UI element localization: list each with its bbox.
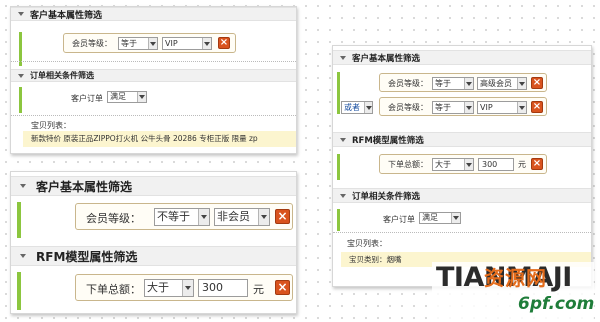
section-header-basic[interactable]: 客户基本属性筛选 <box>333 50 591 65</box>
operator-select[interactable]: 大于 <box>432 158 474 171</box>
section-title: 客户基本属性筛选 <box>30 10 103 21</box>
divider <box>333 232 591 233</box>
amount-input[interactable]: 300 <box>198 279 248 297</box>
condition-row: 会员等级： 等于 高级会员 × <box>379 73 547 92</box>
close-icon: × <box>277 209 288 223</box>
unit-label: 元 <box>253 283 264 296</box>
product-list-item[interactable]: 新款特价 原装正品ZIPPO打火机 公牛头骨 20286 专柜正版 限量 zp <box>23 131 296 147</box>
unit-label: 元 <box>518 160 526 169</box>
divider <box>11 115 296 116</box>
section-title: RFM模型属性筛选 <box>36 249 138 264</box>
section-header-rfm[interactable]: RFM模型属性筛选 <box>11 246 296 266</box>
chevron-down-icon <box>451 213 460 223</box>
accent-bar <box>337 154 340 180</box>
watermark-url: 6pf.com <box>518 294 595 314</box>
collapse-icon[interactable] <box>340 55 346 60</box>
chevron-down-icon <box>137 92 146 102</box>
collapse-icon[interactable] <box>18 12 24 16</box>
member-level-label: 会员等级： <box>86 212 141 225</box>
order-condition-select[interactable]: 满足 <box>419 212 461 224</box>
chevron-down-icon <box>464 78 473 89</box>
product-list-label: 宝贝列表： <box>31 121 71 130</box>
section-title: 客户基本属性筛选 <box>36 179 133 194</box>
chevron-down-icon <box>364 102 372 113</box>
accent-bar <box>337 72 340 114</box>
member-level-label: 会员等级： <box>72 39 112 48</box>
section-header-rfm[interactable]: RFM模型属性筛选 <box>333 132 591 147</box>
section-title: 订单相关条件筛选 <box>30 71 94 80</box>
delete-button[interactable]: × <box>531 101 543 113</box>
order-total-label: 下单总额： <box>86 283 141 296</box>
close-icon: × <box>532 158 542 169</box>
product-list-label: 宝贝列表： <box>347 239 387 248</box>
condition-row: 会员等级： 不等于 非会员 × <box>75 203 293 230</box>
chevron-down-icon <box>148 38 157 49</box>
delete-button[interactable]: × <box>531 158 543 170</box>
amount-input[interactable]: 300 <box>478 158 514 171</box>
operator-select[interactable]: 等于 <box>432 77 474 90</box>
delete-button[interactable]: × <box>218 37 230 49</box>
condition-row: 下单总额： 大于 300 元 × <box>75 274 293 301</box>
value-select[interactable]: VIP <box>477 101 527 114</box>
condition-row: 会员等级： 等于 VIP × <box>379 97 547 116</box>
filter-panel-b: 客户基本属性筛选 会员等级： 不等于 非会员 × RFM模型属性筛选 下单总额：… <box>10 171 297 314</box>
filter-panel-a: 客户基本属性筛选 会员等级： 等于 VIP × 订单相关条件筛选 客户订单 满足… <box>10 6 297 154</box>
condition-row: 下单总额： 大于 300 元 × <box>379 154 547 174</box>
filter-panel-c: 客户基本属性筛选 会员等级： 等于 高级会员 × 或者 会员等级： 等于 VIP… <box>332 45 592 287</box>
watermark: TIANMAJI 资源网 6pf.com <box>432 262 594 320</box>
value-select[interactable]: 高级会员 <box>477 77 527 90</box>
order-condition-select[interactable]: 满足 <box>107 91 147 103</box>
customer-order-label: 客户订单 <box>383 215 415 224</box>
accent-bar <box>19 87 22 113</box>
close-icon: × <box>277 280 288 294</box>
section-header-order[interactable]: 订单相关条件筛选 <box>11 69 296 82</box>
collapse-icon[interactable] <box>20 254 26 258</box>
value-select[interactable]: 非会员 <box>214 208 270 226</box>
value-select[interactable]: VIP <box>162 37 212 50</box>
customer-order-label: 客户订单 <box>71 94 103 103</box>
accent-bar <box>337 209 340 231</box>
member-level-label: 会员等级： <box>388 79 428 88</box>
chevron-down-icon <box>464 159 473 170</box>
chevron-down-icon <box>202 38 211 49</box>
operator-select[interactable]: 大于 <box>144 279 194 297</box>
section-header-basic[interactable]: 客户基本属性筛选 <box>11 176 296 196</box>
accent-bar <box>17 272 21 310</box>
section-title: 订单相关条件筛选 <box>352 191 421 202</box>
collapse-icon[interactable] <box>18 73 24 78</box>
accent-bar <box>17 202 21 238</box>
close-icon: × <box>532 101 542 112</box>
delete-button[interactable]: × <box>531 77 543 89</box>
collapse-icon[interactable] <box>340 193 346 198</box>
section-header-order[interactable]: 订单相关条件筛选 <box>333 188 591 203</box>
order-total-label: 下单总额： <box>388 160 428 169</box>
chevron-down-icon <box>517 102 526 113</box>
delete-button[interactable]: × <box>275 209 290 224</box>
section-title: 客户基本属性筛选 <box>352 53 421 64</box>
watermark-cn: 资源网 <box>484 266 547 290</box>
collapse-icon[interactable] <box>340 137 346 142</box>
section-title: RFM模型属性筛选 <box>352 135 424 146</box>
divider <box>11 61 296 62</box>
chevron-down-icon <box>182 280 193 296</box>
chevron-down-icon <box>517 78 526 89</box>
operator-select[interactable]: 等于 <box>432 101 474 114</box>
member-level-label: 会员等级： <box>388 103 428 112</box>
chevron-down-icon <box>258 209 269 225</box>
operator-select[interactable]: 等于 <box>118 37 158 50</box>
chevron-down-icon <box>198 209 209 225</box>
delete-button[interactable]: × <box>275 280 290 295</box>
logic-select[interactable]: 或者 <box>341 101 373 114</box>
collapse-icon[interactable] <box>20 184 26 188</box>
close-icon: × <box>532 77 542 88</box>
condition-row: 会员等级： 等于 VIP × <box>63 33 236 53</box>
close-icon: × <box>219 37 229 48</box>
section-header-basic[interactable]: 客户基本属性筛选 <box>11 7 296 21</box>
operator-select[interactable]: 不等于 <box>154 208 210 226</box>
chevron-down-icon <box>464 102 473 113</box>
